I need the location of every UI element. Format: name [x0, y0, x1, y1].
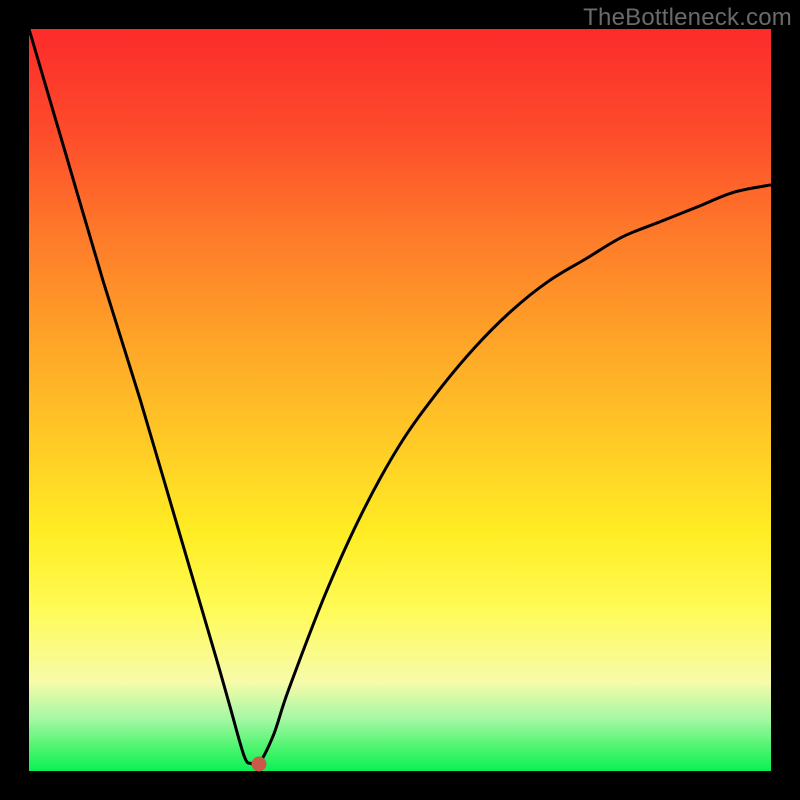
watermark-text: TheBottleneck.com — [583, 4, 792, 32]
curve-path — [29, 29, 771, 766]
optimal-point-marker — [252, 756, 267, 771]
chart-plot-area — [29, 29, 771, 771]
bottleneck-curve — [29, 29, 771, 771]
